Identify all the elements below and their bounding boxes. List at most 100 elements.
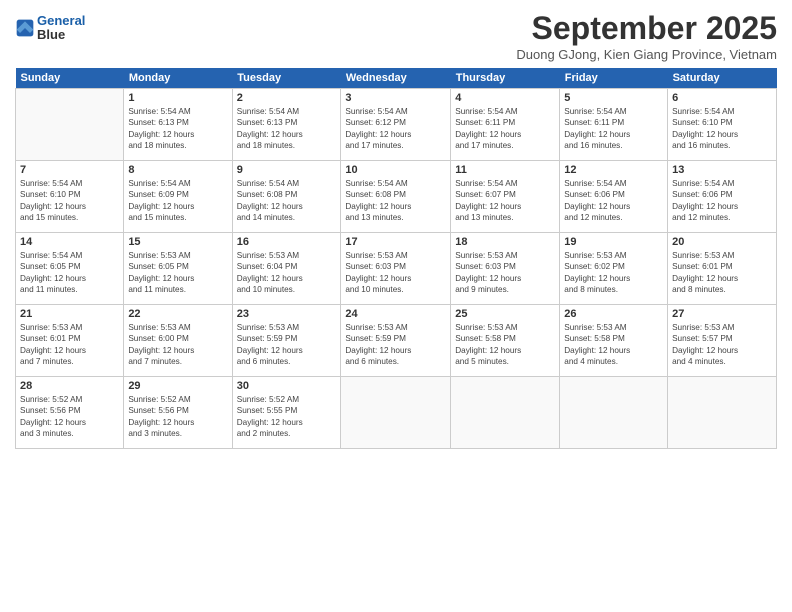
day-number: 4 [455,92,555,104]
day-info: Sunrise: 5:53 AM Sunset: 5:58 PM Dayligh… [455,322,555,368]
calendar-cell: 22 Sunrise: 5:53 AM Sunset: 6:00 PM Dayli… [124,305,232,377]
day-info: Sunrise: 5:53 AM Sunset: 6:02 PM Dayligh… [564,250,663,296]
calendar-cell: 16Sunrise: 5:53 AM Sunset: 6:04 PM Dayli… [232,233,341,305]
calendar-cell [451,377,560,449]
week-row: 14 Sunrise: 5:54 AM Sunset: 6:05 PM Dayli… [16,233,777,305]
day-number: 19 [564,236,663,248]
day-number: 24 [345,308,446,320]
day-number: 29 [128,380,227,392]
subtitle: Duong GJong, Kien Giang Province, Vietna… [516,47,777,62]
day-number: 14 [20,236,119,248]
day-header-wednesday: Wednesday [341,68,451,89]
calendar-cell: 23 Sunrise: 5:53 AM Sunset: 5:59 PM Dayli… [232,305,341,377]
day-number: 22 [128,308,227,320]
calendar-cell: 5Sunrise: 5:54 AM Sunset: 6:11 PM Daylig… [560,89,668,161]
calendar-cell: 14 Sunrise: 5:54 AM Sunset: 6:05 PM Dayli… [16,233,124,305]
day-number: 2 [237,92,337,104]
week-row: 28 Sunrise: 5:52 AM Sunset: 5:56 PM Dayli… [16,377,777,449]
day-info: Sunrise: 5:53 AM Sunset: 6:05 PM Dayligh… [128,250,227,296]
calendar-cell: 24 Sunrise: 5:53 AM Sunset: 5:59 PM Dayli… [341,305,451,377]
day-header-saturday: Saturday [668,68,777,89]
day-number: 10 [345,164,446,176]
day-number: 7 [20,164,119,176]
day-info: Sunrise: 5:53 AM Sunset: 5:57 PM Dayligh… [672,322,772,368]
day-info: Sunrise: 5:54 AM Sunset: 6:06 PM Dayligh… [672,178,772,224]
day-info: Sunrise: 5:54 AM Sunset: 6:09 PM Dayligh… [128,178,227,224]
calendar-cell: 20 Sunrise: 5:53 AM Sunset: 6:01 PM Dayli… [668,233,777,305]
day-info: Sunrise: 5:54 AM Sunset: 6:08 PM Dayligh… [237,178,337,224]
day-number: 1 [128,92,227,104]
day-number: 17 [345,236,446,248]
day-number: 20 [672,236,772,248]
calendar-cell: 19 Sunrise: 5:53 AM Sunset: 6:02 PM Dayli… [560,233,668,305]
calendar-cell: 3 Sunrise: 5:54 AM Sunset: 6:12 PM Daylig… [341,89,451,161]
day-number: 11 [455,164,555,176]
calendar-cell: 21 Sunrise: 5:53 AM Sunset: 6:01 PM Dayli… [16,305,124,377]
calendar-cell: 2 Sunrise: 5:54 AM Sunset: 6:13 PM Daylig… [232,89,341,161]
day-info: Sunrise: 5:54 AM Sunset: 6:05 PM Dayligh… [20,250,119,296]
day-info: Sunrise: 5:54 AM Sunset: 6:13 PM Dayligh… [128,106,227,152]
day-number: 12 [564,164,663,176]
day-header-thursday: Thursday [451,68,560,89]
day-number: 27 [672,308,772,320]
day-number: 3 [345,92,446,104]
day-info: Sunrise: 5:53 AM Sunset: 6:01 PM Dayligh… [20,322,119,368]
day-info: Sunrise: 5:52 AM Sunset: 5:56 PM Dayligh… [128,394,227,440]
calendar-cell: 30 Sunrise: 5:52 AM Sunset: 5:55 PM Dayli… [232,377,341,449]
week-row: 7 Sunrise: 5:54 AM Sunset: 6:10 PM Daylig… [16,161,777,233]
calendar-cell: 9 Sunrise: 5:54 AM Sunset: 6:08 PM Daylig… [232,161,341,233]
day-info: Sunrise: 5:54 AM Sunset: 6:13 PM Dayligh… [237,106,337,152]
day-header-friday: Friday [560,68,668,89]
day-number: 25 [455,308,555,320]
day-header-monday: Monday [124,68,232,89]
day-info: Sunrise: 5:52 AM Sunset: 5:55 PM Dayligh… [237,394,337,440]
day-info: Sunrise: 5:53 AM Sunset: 5:58 PM Dayligh… [564,322,663,368]
day-info: Sunrise: 5:54 AM Sunset: 6:08 PM Dayligh… [345,178,446,224]
day-info: Sunrise: 5:53 AM Sunset: 6:03 PM Dayligh… [455,250,555,296]
calendar-cell: 18 Sunrise: 5:53 AM Sunset: 6:03 PM Dayli… [451,233,560,305]
logo-text: General Blue [37,14,85,43]
day-number: 16 [237,236,337,248]
calendar-cell: 1 Sunrise: 5:54 AM Sunset: 6:13 PM Daylig… [124,89,232,161]
day-info: Sunrise: 5:53 AM Sunset: 5:59 PM Dayligh… [237,322,337,368]
day-number: 8 [128,164,227,176]
day-number: 23 [237,308,337,320]
calendar-cell: 6 Sunrise: 5:54 AM Sunset: 6:10 PM Daylig… [668,89,777,161]
calendar-cell: 26 Sunrise: 5:53 AM Sunset: 5:58 PM Dayli… [560,305,668,377]
day-number: 6 [672,92,772,104]
day-info: Sunrise: 5:54 AM Sunset: 6:10 PM Dayligh… [20,178,119,224]
calendar-cell: 10 Sunrise: 5:54 AM Sunset: 6:08 PM Dayli… [341,161,451,233]
day-info: Sunrise: 5:54 AM Sunset: 6:11 PM Dayligh… [455,106,555,152]
logo: General Blue [15,14,85,43]
calendar-header: SundayMondayTuesdayWednesdayThursdayFrid… [16,68,777,89]
calendar-cell [16,89,124,161]
calendar-cell: 7 Sunrise: 5:54 AM Sunset: 6:10 PM Daylig… [16,161,124,233]
day-info: Sunrise: 5:53 AM Sunset: 6:01 PM Dayligh… [672,250,772,296]
week-row: 1 Sunrise: 5:54 AM Sunset: 6:13 PM Daylig… [16,89,777,161]
calendar-cell [560,377,668,449]
calendar-cell: 17 Sunrise: 5:53 AM Sunset: 6:03 PM Dayli… [341,233,451,305]
calendar-cell: 12 Sunrise: 5:54 AM Sunset: 6:06 PM Dayli… [560,161,668,233]
day-number: 9 [237,164,337,176]
day-number: 21 [20,308,119,320]
day-info: Sunrise: 5:54 AM Sunset: 6:10 PM Dayligh… [672,106,772,152]
day-info: Sunrise: 5:53 AM Sunset: 5:59 PM Dayligh… [345,322,446,368]
calendar-cell: 15 Sunrise: 5:53 AM Sunset: 6:05 PM Dayli… [124,233,232,305]
week-row: 21 Sunrise: 5:53 AM Sunset: 6:01 PM Dayli… [16,305,777,377]
day-info: Sunrise: 5:53 AM Sunset: 6:03 PM Dayligh… [345,250,446,296]
day-number: 30 [237,380,337,392]
day-info: Sunrise: 5:54 AM Sunset: 6:11 PM Dayligh… [564,106,663,152]
day-number: 18 [455,236,555,248]
day-info: Sunrise: 5:54 AM Sunset: 6:12 PM Dayligh… [345,106,446,152]
calendar-cell: 13Sunrise: 5:54 AM Sunset: 6:06 PM Dayli… [668,161,777,233]
calendar-cell [668,377,777,449]
day-number: 28 [20,380,119,392]
day-info: Sunrise: 5:53 AM Sunset: 6:00 PM Dayligh… [128,322,227,368]
day-info: Sunrise: 5:54 AM Sunset: 6:06 PM Dayligh… [564,178,663,224]
day-header-sunday: Sunday [16,68,124,89]
calendar-cell: 29 Sunrise: 5:52 AM Sunset: 5:56 PM Dayli… [124,377,232,449]
day-number: 26 [564,308,663,320]
day-number: 15 [128,236,227,248]
calendar-cell: 27 Sunrise: 5:53 AM Sunset: 5:57 PM Dayli… [668,305,777,377]
day-info: Sunrise: 5:54 AM Sunset: 6:07 PM Dayligh… [455,178,555,224]
